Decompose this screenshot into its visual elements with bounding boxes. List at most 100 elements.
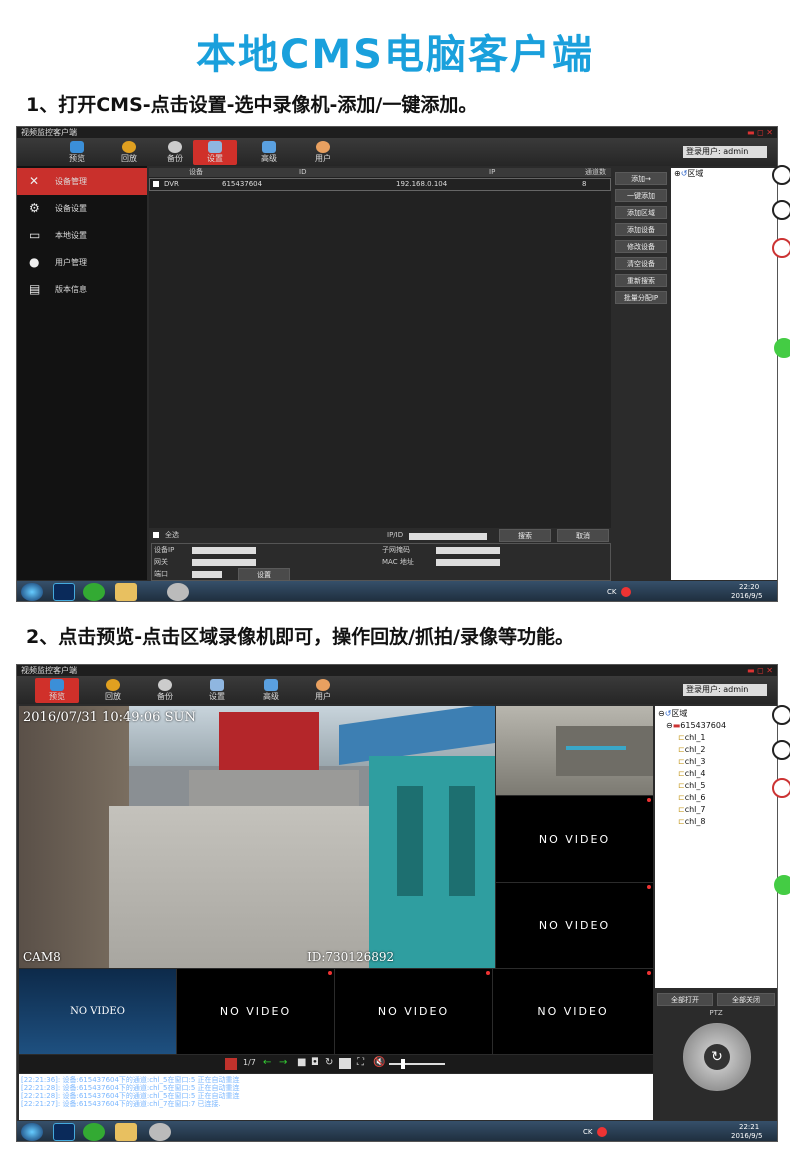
window-controls[interactable]: ▬ ◻ ✕ [747,127,773,138]
camera-app-icon[interactable] [167,583,189,601]
expand-icon[interactable]: ⛶ [357,1057,364,1068]
float-icon[interactable] [772,165,790,185]
tree-root[interactable]: ⊕↺区域 [671,168,777,180]
cancel-button[interactable]: 取消 [557,529,609,542]
tree-root[interactable]: ⊖↺区域 [658,708,774,720]
set-button[interactable]: 设置 [238,568,290,581]
tree-channel[interactable]: ⊏chl_7 [658,804,774,816]
start-icon[interactable] [21,1123,43,1141]
toolbar-playback[interactable]: 回放 [91,678,135,703]
add-button[interactable]: 添加→ [615,172,667,185]
prev-page-icon[interactable]: ← [263,1057,271,1068]
toolbar-user[interactable]: 用户 [301,678,345,703]
sidebar-item-user-manage[interactable]: ● 用户管理 [17,249,147,276]
record-icon[interactable]: ■ [297,1057,306,1068]
tree-channel[interactable]: ⊏chl_8 [658,816,774,828]
next-page-icon[interactable]: → [279,1057,287,1068]
search-button[interactable]: 搜索 [499,529,551,542]
video-cell-7[interactable]: NO VIDEO [335,969,492,1054]
ipid-input[interactable] [409,533,487,540]
sidebar-item-device-settings[interactable]: ⚙ 设备设置 [17,195,147,222]
camera-app-icon[interactable] [149,1123,171,1141]
float-icon[interactable] [772,200,790,220]
one-key-add-button[interactable]: 一键添加 [615,189,667,202]
toolbar-advanced[interactable]: 高级 [247,140,291,165]
mac-input[interactable] [436,559,500,566]
fullscreen-icon[interactable] [339,1058,351,1069]
toolbar-label: 备份 [157,692,173,701]
toolbar-backup[interactable]: 备份 [143,678,187,703]
snapshot-icon[interactable]: ◘ [311,1057,319,1068]
sidebar-item-version[interactable]: ▤ 版本信息 [17,276,147,303]
batch-ip-button[interactable]: 批量分配IP [615,291,667,304]
toolbar-advanced[interactable]: 高级 [249,678,293,703]
video-cell-2[interactable] [496,706,653,795]
float-icon[interactable] [772,778,790,798]
modify-device-button[interactable]: 修改设备 [615,240,667,253]
toolbar-backup[interactable]: 备份 [153,140,197,165]
playback-icon [122,141,136,153]
float-icon[interactable] [772,740,790,760]
app-green-icon[interactable] [83,583,105,601]
tree-channel[interactable]: ⊏chl_1 [658,732,774,744]
app-green-icon[interactable] [83,1123,105,1141]
photoshop-icon[interactable] [53,1123,75,1141]
volume-mute-icon[interactable]: 🔇 [373,1057,385,1068]
video-cell-6[interactable]: NO VIDEO [177,969,334,1054]
toolbar-preview[interactable]: 预览 [35,678,79,703]
ptz-dpad[interactable]: ↻ [683,1023,751,1091]
refresh-icon[interactable]: ↻ [325,1057,333,1068]
split-screen-icon[interactable] [225,1058,237,1070]
toolbar-settings[interactable]: 设置 [193,140,237,165]
select-all-checkbox[interactable] [153,532,159,538]
toolbar-settings[interactable]: 设置 [195,678,239,703]
door [397,786,423,896]
tree-channel[interactable]: ⊏chl_6 [658,792,774,804]
video-cell-3[interactable]: NO VIDEO [496,796,653,882]
row-checkbox[interactable] [153,181,159,187]
float-icon[interactable] [772,705,790,725]
float-green-icon[interactable] [774,875,790,895]
float-icon[interactable] [772,238,790,258]
port-input[interactable] [192,571,222,578]
add-device-button[interactable]: 添加设备 [615,223,667,236]
sidebar-item-local-settings[interactable]: ▭ 本地设置 [17,222,147,249]
tree-channel[interactable]: ⊏chl_2 [658,744,774,756]
float-green-icon[interactable] [774,338,790,358]
photoshop-icon[interactable] [53,583,75,601]
volume-handle[interactable] [401,1059,405,1069]
add-area-button[interactable]: 添加区域 [615,206,667,219]
toolbar-preview[interactable]: 预览 [55,140,99,165]
clock-date: 2016/9/5 [731,1132,763,1140]
tree-channel[interactable]: ⊏chl_3 [658,756,774,768]
tree-channel[interactable]: ⊏chl_5 [658,780,774,792]
video-main-cam8[interactable]: 2016/07/31 10:49:06 SUN CAM8 ID:73012689… [19,706,495,968]
sogou-icon [621,587,631,597]
volume-slider[interactable] [389,1063,445,1065]
close-all-button[interactable]: 全部关闭 [717,993,775,1006]
start-icon[interactable] [21,583,43,601]
gateway-input[interactable] [192,559,256,566]
device-ip-input[interactable] [192,547,256,554]
table-row[interactable]: DVR 615437604 192.168.0.104 8 [149,178,611,191]
channel-label: chl_6 [684,793,706,802]
folder-icon[interactable] [115,1123,137,1141]
toolbar-label: 备份 [167,154,183,163]
window-controls[interactable]: ▬ ◻ ✕ [747,665,773,676]
research-button[interactable]: 重新搜索 [615,274,667,287]
open-all-button[interactable]: 全部打开 [657,993,713,1006]
video-cell-4[interactable]: NO VIDEO [496,883,653,968]
folder-icon[interactable] [115,583,137,601]
ptz-center-icon[interactable]: ↻ [704,1044,730,1070]
clear-device-button[interactable]: 清空设备 [615,257,667,270]
tree-channel[interactable]: ⊏chl_4 [658,768,774,780]
toolbar-playback[interactable]: 回放 [107,140,151,165]
puzzle-icon [262,141,276,153]
video-cell-5[interactable]: NO VIDEO [19,969,176,1054]
sidebar-item-device-manage[interactable]: ✕ 设备管理 [17,168,147,195]
tree-device[interactable]: ⊖▬615437604 [658,720,774,732]
toolbar-user[interactable]: 用户 [301,140,345,165]
subnet-input[interactable] [436,547,500,554]
video-cell-8[interactable]: NO VIDEO [493,969,653,1054]
log-line: [22:21:27]: 设备:615437604下的通道:chl_7在窗口:7 … [21,1100,221,1108]
